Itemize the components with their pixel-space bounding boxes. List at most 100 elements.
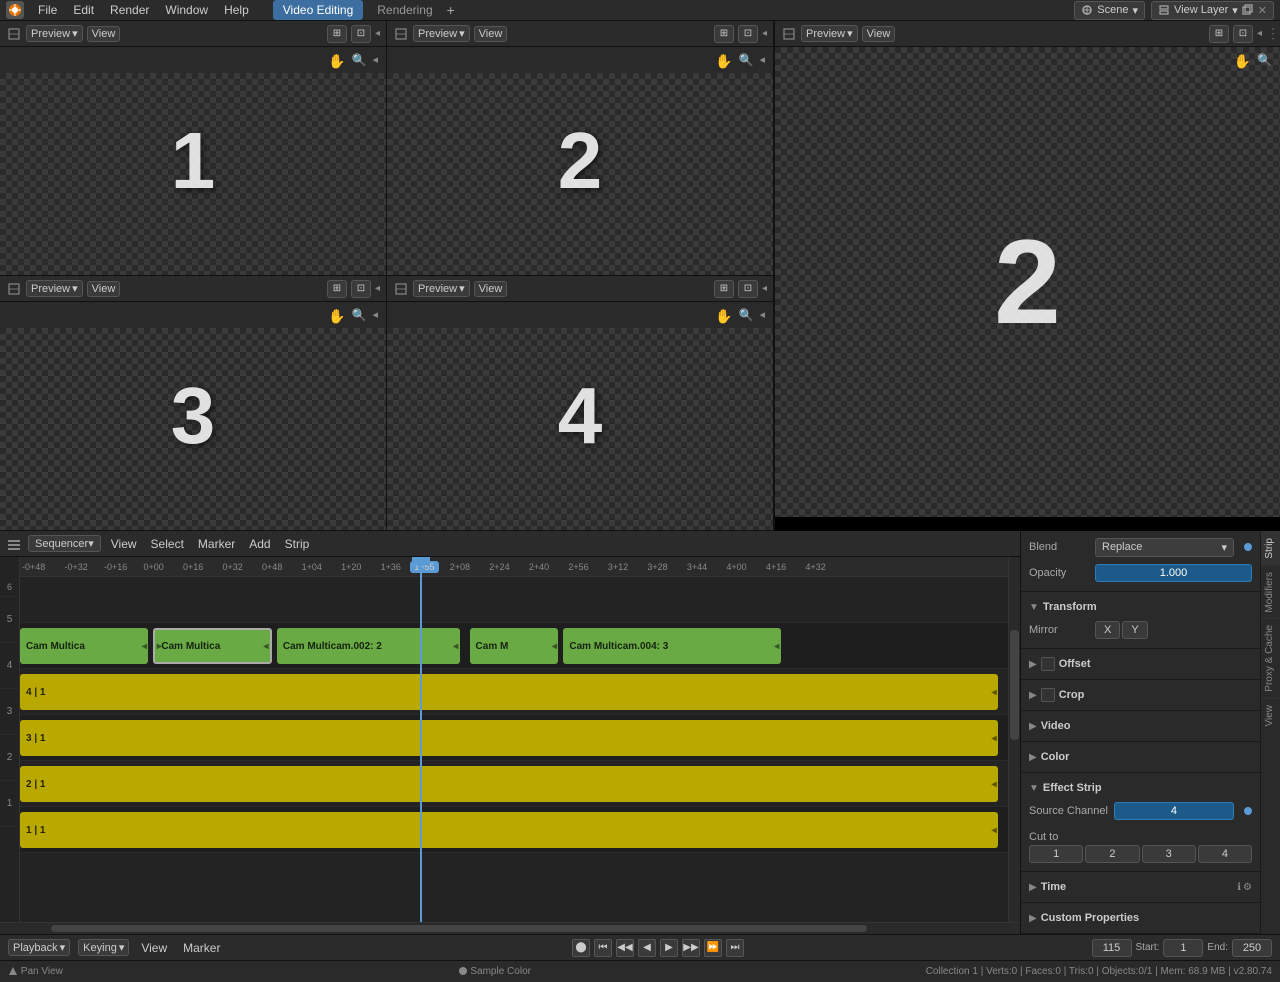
clip-2-1[interactable]: 2 | 1 ◂	[20, 766, 998, 802]
vp3-preview-dropdown[interactable]: Preview▾	[26, 280, 83, 297]
keyframe-dot-btn[interactable]: ⬤	[572, 939, 590, 957]
vp3-display-mode[interactable]: ⊞	[327, 280, 347, 298]
video-header[interactable]: ▶ Video	[1029, 715, 1252, 737]
side-tab-proxy-cache[interactable]: Proxy & Cache	[1261, 618, 1280, 698]
view-layer-selector[interactable]: View Layer ▾ ✕	[1151, 1, 1274, 20]
vp-large-aspect-mode[interactable]: ⊡	[1233, 25, 1253, 43]
menu-window[interactable]: Window	[161, 1, 212, 19]
next-frame-btn[interactable]: ▶▶	[682, 939, 700, 957]
vp1-pan-icon[interactable]: ✋	[328, 53, 345, 70]
mirror-y-button[interactable]: Y	[1122, 621, 1147, 639]
vp-large-resize-handle[interactable]: ⋮	[1266, 24, 1274, 44]
side-tab-modifiers[interactable]: Modifiers	[1261, 565, 1280, 619]
vp-large-view-dropdown[interactable]: View	[862, 26, 896, 42]
time-header[interactable]: ▶ Time ℹ ⚙	[1029, 876, 1252, 898]
vp4-view-dropdown[interactable]: View	[474, 281, 508, 297]
jump-start-btn[interactable]: ⏮	[594, 939, 612, 957]
vp4-preview-dropdown[interactable]: Preview▾	[413, 280, 470, 297]
vp1-preview-dropdown[interactable]: Preview▾	[26, 25, 83, 42]
jump-end-btn[interactable]: ⏭	[726, 939, 744, 957]
next-keyframe-btn[interactable]: ⏩	[704, 939, 722, 957]
prev-keyframe-btn[interactable]: ◀◀	[616, 939, 634, 957]
menu-edit[interactable]: Edit	[69, 1, 98, 19]
vscroll-bar[interactable]	[1010, 630, 1019, 740]
bottom-view[interactable]: View	[137, 939, 171, 957]
vp3-pan-icon[interactable]: ✋	[328, 308, 345, 325]
clip-5-3[interactable]: Cam Multicam.002: 2 ◂	[277, 628, 460, 664]
vp3-zoom-icon[interactable]: 🔍	[352, 308, 367, 325]
vp1-display-mode[interactable]: ⊞	[327, 25, 347, 43]
end-frame-input[interactable]	[1232, 939, 1272, 957]
clip-4-1[interactable]: 4 | 1 ◂	[20, 674, 998, 710]
effect-strip-header[interactable]: ▼ Effect Strip	[1029, 777, 1252, 799]
workspace-tab-rendering[interactable]: Rendering	[367, 0, 442, 20]
vp4-expand[interactable]: ◂	[762, 283, 767, 294]
offset-checkbox[interactable]	[1041, 657, 1055, 671]
clip-5-2[interactable]: ▸ Cam Multica ◂	[153, 628, 272, 664]
vp3-expand[interactable]: ◂	[375, 283, 380, 294]
menu-file[interactable]: File	[34, 1, 61, 19]
current-frame-input[interactable]	[1092, 939, 1132, 957]
blend-dropdown[interactable]: Replace ▾	[1095, 538, 1234, 557]
opacity-input[interactable]: 1.000	[1095, 564, 1252, 582]
menu-render[interactable]: Render	[106, 1, 153, 19]
vp1-aspect-mode[interactable]: ⊡	[351, 25, 371, 43]
seq-menu-strip[interactable]: Strip	[281, 535, 314, 553]
seq-menu-add[interactable]: Add	[245, 535, 274, 553]
transform-header[interactable]: ▼ Transform	[1029, 596, 1252, 618]
vp2-display-mode[interactable]: ⊞	[714, 25, 734, 43]
offset-header[interactable]: ▶ Offset	[1029, 653, 1252, 675]
playhead[interactable]	[420, 557, 422, 922]
play-btn[interactable]: ▶	[660, 939, 678, 957]
vp4-zoom-icon[interactable]: 🔍	[739, 308, 754, 325]
seq-menu-select[interactable]: Select	[147, 535, 188, 553]
vp1-zoom-icon[interactable]: 🔍	[352, 53, 367, 70]
vp-large-pan-icon[interactable]: ✋	[1234, 53, 1251, 70]
vp3-collapse[interactable]: ◂	[372, 308, 378, 325]
vp4-display-mode[interactable]: ⊞	[714, 280, 734, 298]
scene-selector[interactable]: Scene ▾	[1074, 1, 1145, 20]
custom-properties-header[interactable]: ▶ Custom Properties	[1029, 907, 1252, 929]
clip-5-5[interactable]: Cam Multicam.004: 3 ◂	[563, 628, 780, 664]
clip-1-1[interactable]: 1 | 1 ◂	[20, 812, 998, 848]
vp4-aspect-mode[interactable]: ⊡	[738, 280, 758, 298]
seq-menu-marker[interactable]: Marker	[194, 535, 239, 553]
side-tab-strip[interactable]: Strip	[1261, 531, 1280, 565]
vp2-zoom-icon[interactable]: 🔍	[739, 53, 754, 70]
vp-large-display-mode[interactable]: ⊞	[1209, 25, 1229, 43]
prev-frame-btn[interactable]: ◀	[638, 939, 656, 957]
playback-dropdown[interactable]: Playback ▾	[8, 939, 70, 956]
keying-dropdown[interactable]: Keying ▾	[78, 939, 129, 956]
source-channel-input[interactable]: 4	[1114, 802, 1234, 820]
clip-5-4[interactable]: Cam M ◂	[470, 628, 559, 664]
mirror-x-button[interactable]: X	[1095, 621, 1120, 639]
menu-help[interactable]: Help	[220, 1, 253, 19]
vp2-pan-icon[interactable]: ✋	[715, 53, 732, 70]
vp4-collapse[interactable]: ◂	[759, 308, 765, 325]
cut-to-2[interactable]: 2	[1085, 845, 1139, 863]
sequencer-type-dropdown[interactable]: Sequencer▾	[28, 535, 101, 552]
cut-to-3[interactable]: 3	[1142, 845, 1196, 863]
seq-menu-view[interactable]: View	[107, 535, 141, 553]
vp2-aspect-mode[interactable]: ⊡	[738, 25, 758, 43]
start-frame-input[interactable]	[1163, 939, 1203, 957]
hscroll-bar[interactable]	[51, 925, 867, 932]
bottom-marker[interactable]: Marker	[179, 939, 224, 957]
vp4-pan-icon[interactable]: ✋	[715, 308, 732, 325]
vp1-expand[interactable]: ◂	[375, 28, 380, 39]
vp2-view-dropdown[interactable]: View	[474, 26, 508, 42]
vp1-view-dropdown[interactable]: View	[87, 26, 121, 42]
vp1-collapse[interactable]: ◂	[372, 53, 378, 70]
vp-large-zoom-icon[interactable]: 🔍	[1257, 53, 1272, 70]
cut-to-1[interactable]: 1	[1029, 845, 1083, 863]
workspace-tab-video-editing[interactable]: Video Editing	[273, 0, 364, 20]
vp2-preview-dropdown[interactable]: Preview▾	[413, 25, 470, 42]
vp2-collapse[interactable]: ◂	[759, 53, 765, 70]
vp3-view-dropdown[interactable]: View	[87, 281, 121, 297]
cut-to-4[interactable]: 4	[1198, 845, 1252, 863]
vp-large-expand[interactable]: ◂	[1257, 28, 1262, 39]
side-tab-view[interactable]: View	[1261, 698, 1280, 733]
crop-checkbox[interactable]	[1041, 688, 1055, 702]
vp3-aspect-mode[interactable]: ⊡	[351, 280, 371, 298]
add-workspace-button[interactable]: +	[447, 2, 455, 18]
